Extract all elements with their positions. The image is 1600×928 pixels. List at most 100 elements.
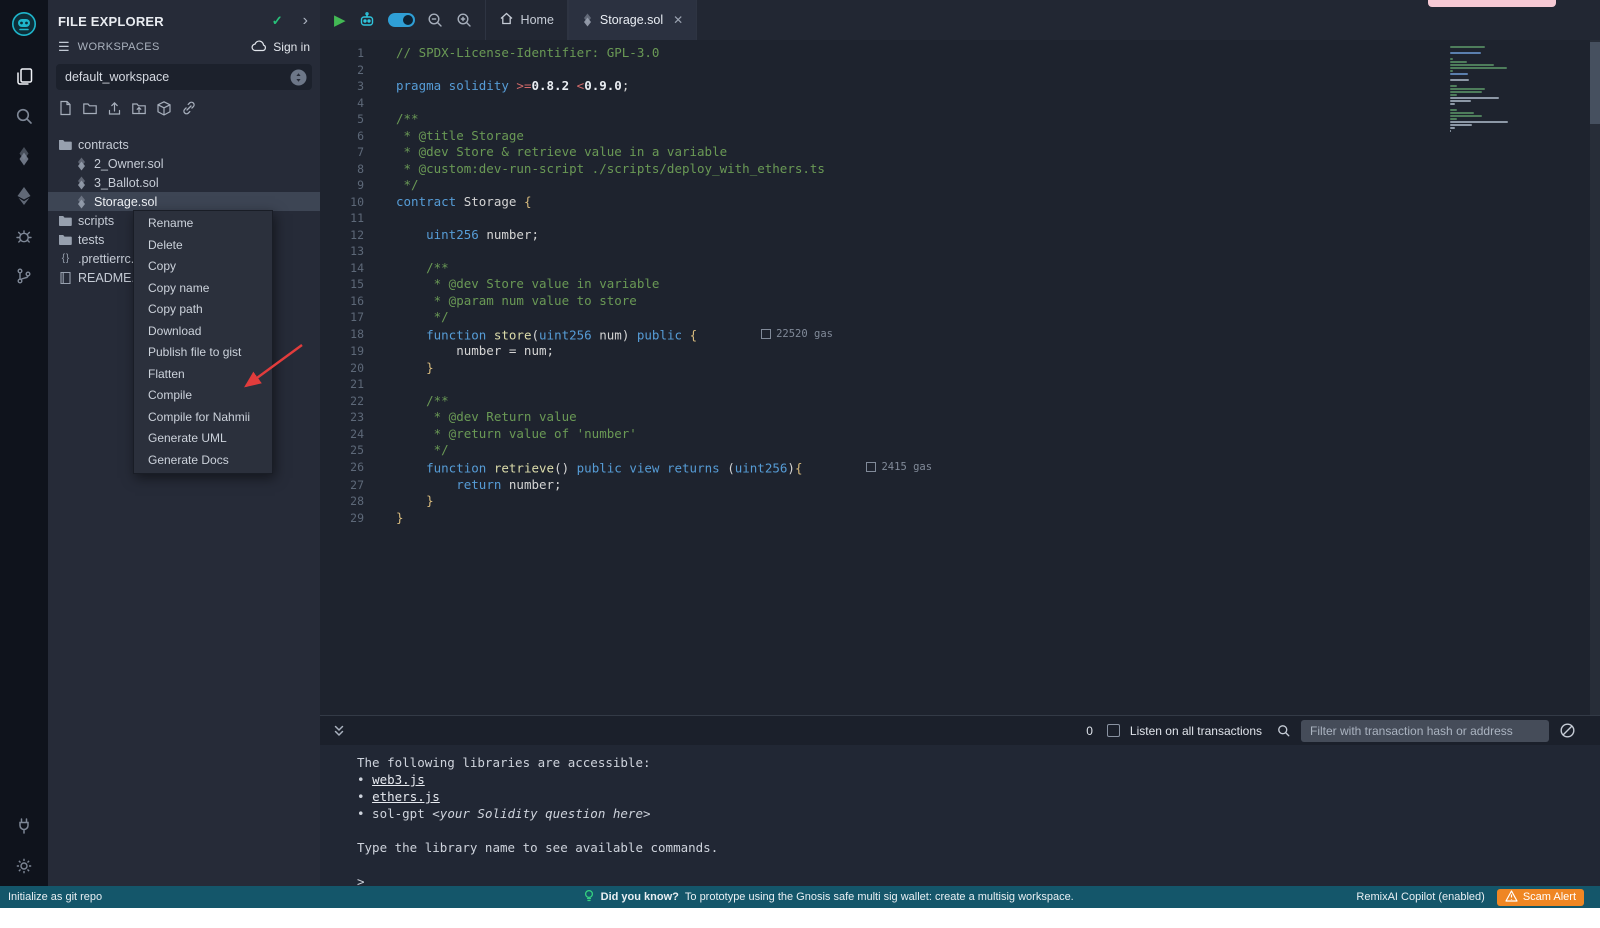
expand-terminal-icon[interactable]: [332, 724, 346, 738]
code-line[interactable]: 19 number = num;: [320, 343, 1600, 360]
code-line[interactable]: 3pragma solidity >=0.8.2 <0.9.0;: [320, 78, 1600, 95]
minimap[interactable]: [1450, 46, 1516, 133]
context-menu-item-generate-docs[interactable]: Generate Docs: [134, 450, 272, 472]
line-number[interactable]: 16: [320, 293, 378, 310]
line-number[interactable]: 9: [320, 177, 378, 194]
context-menu-item-download[interactable]: Download: [134, 321, 272, 343]
code-line[interactable]: 13: [320, 243, 1600, 260]
line-number[interactable]: 12: [320, 227, 378, 244]
line-number[interactable]: 23: [320, 409, 378, 426]
line-number[interactable]: 21: [320, 376, 378, 393]
line-number[interactable]: 1: [320, 45, 378, 62]
line-number[interactable]: 3: [320, 78, 378, 95]
remix-logo-icon[interactable]: [0, 0, 48, 48]
line-number[interactable]: 14: [320, 260, 378, 277]
terminal-search-icon[interactable]: [1276, 723, 1291, 738]
context-menu-item-compile-for-nahmii[interactable]: Compile for Nahmii: [134, 407, 272, 429]
git-icon[interactable]: [0, 256, 48, 296]
context-menu-item-publish-file-to-gist[interactable]: Publish file to gist: [134, 342, 272, 364]
settings-icon[interactable]: [0, 846, 48, 886]
search-icon[interactable]: [0, 96, 48, 136]
line-number[interactable]: 22: [320, 393, 378, 410]
code-line[interactable]: 10contract Storage {: [320, 194, 1600, 211]
tree-item-contracts[interactable]: contracts: [48, 135, 320, 154]
code-line[interactable]: 26 function retrieve() public view retur…: [320, 459, 1600, 477]
code-line[interactable]: 17 */: [320, 309, 1600, 326]
file-explorer-icon[interactable]: [0, 56, 48, 96]
terminal-output[interactable]: The following libraries are accessible:•…: [320, 745, 1600, 886]
terminal-link[interactable]: web3.js: [372, 772, 425, 787]
solidity-compiler-icon[interactable]: [0, 136, 48, 176]
context-menu-item-rename[interactable]: Rename: [134, 213, 272, 235]
code-line[interactable]: 1// SPDX-License-Identifier: GPL-3.0: [320, 45, 1600, 62]
deploy-run-icon[interactable]: [0, 176, 48, 216]
tree-item-2-owner-sol[interactable]: 2_Owner.sol: [48, 154, 320, 173]
sign-in-button[interactable]: Sign in: [251, 39, 310, 55]
line-number[interactable]: 10: [320, 194, 378, 211]
external-link-icon[interactable]: [181, 100, 197, 116]
code-line[interactable]: 25 */: [320, 442, 1600, 459]
context-menu-item-compile[interactable]: Compile: [134, 385, 272, 407]
line-number[interactable]: 18: [320, 326, 378, 344]
zoom-out-icon[interactable]: [426, 11, 444, 29]
code-line[interactable]: 27 return number;: [320, 477, 1600, 494]
code-line[interactable]: 14 /**: [320, 260, 1600, 277]
context-menu-item-copy[interactable]: Copy: [134, 256, 272, 278]
code-line[interactable]: 21: [320, 376, 1600, 393]
run-script-button[interactable]: ▶: [334, 11, 346, 29]
debugger-icon[interactable]: [0, 216, 48, 256]
git-init-button[interactable]: Initialize as git repo: [0, 891, 300, 903]
line-number[interactable]: 29: [320, 510, 378, 527]
line-number[interactable]: 25: [320, 442, 378, 459]
tree-item-storage-sol[interactable]: Storage.sol: [48, 192, 320, 211]
line-number[interactable]: 7: [320, 144, 378, 161]
chevron-right-icon[interactable]: ›: [303, 13, 308, 29]
line-number[interactable]: 24: [320, 426, 378, 443]
workspace-selector[interactable]: default_workspace: [56, 64, 312, 90]
line-number[interactable]: 13: [320, 243, 378, 260]
create-file-icon[interactable]: [58, 100, 73, 116]
create-folder-icon[interactable]: [82, 100, 98, 116]
line-number[interactable]: 17: [320, 309, 378, 326]
tab-storage-sol[interactable]: Storage.sol ✕: [568, 0, 697, 40]
context-menu-item-flatten[interactable]: Flatten: [134, 364, 272, 386]
workspaces-menu-icon[interactable]: ☰: [58, 39, 70, 55]
code-line[interactable]: 16 * @param num value to store: [320, 293, 1600, 310]
zoom-in-icon[interactable]: [455, 11, 473, 29]
code-line[interactable]: 28 }: [320, 493, 1600, 510]
code-line[interactable]: 20 }: [320, 360, 1600, 377]
close-tab-icon[interactable]: ✕: [673, 13, 683, 27]
editor-scroll-thumb[interactable]: [1590, 42, 1600, 124]
line-number[interactable]: 20: [320, 360, 378, 377]
code-line[interactable]: 6 * @title Storage: [320, 128, 1600, 145]
code-line[interactable]: 23 * @dev Return value: [320, 409, 1600, 426]
scam-alert-button[interactable]: Scam Alert: [1497, 889, 1584, 906]
code-line[interactable]: 12 uint256 number;: [320, 227, 1600, 244]
line-number[interactable]: 8: [320, 161, 378, 178]
line-number[interactable]: 5: [320, 111, 378, 128]
code-line[interactable]: 8 * @custom:dev-run-script ./scripts/dep…: [320, 161, 1600, 178]
transaction-filter-input[interactable]: [1301, 720, 1549, 742]
copilot-toggle[interactable]: [388, 13, 415, 27]
tab-home[interactable]: Home: [485, 0, 568, 40]
ai-copilot-icon[interactable]: [357, 10, 377, 30]
line-number[interactable]: 2: [320, 62, 378, 79]
code-line[interactable]: 24 * @return value of 'number': [320, 426, 1600, 443]
terminal-link[interactable]: ethers.js: [372, 789, 440, 804]
context-menu-item-generate-uml[interactable]: Generate UML: [134, 428, 272, 450]
context-menu-item-delete[interactable]: Delete: [134, 235, 272, 257]
line-number[interactable]: 4: [320, 95, 378, 112]
code-line[interactable]: 15 * @dev Store value in variable: [320, 276, 1600, 293]
code-line[interactable]: 9 */: [320, 177, 1600, 194]
clear-console-icon[interactable]: [1559, 722, 1576, 739]
code-editor[interactable]: 1// SPDX-License-Identifier: GPL-3.023pr…: [320, 40, 1600, 715]
line-number[interactable]: 19: [320, 343, 378, 360]
code-line[interactable]: 2: [320, 62, 1600, 79]
line-number[interactable]: 15: [320, 276, 378, 293]
code-line[interactable]: 11: [320, 210, 1600, 227]
publish-ipfs-icon[interactable]: [156, 100, 172, 117]
code-line[interactable]: 4: [320, 95, 1600, 112]
line-number[interactable]: 27: [320, 477, 378, 494]
line-number[interactable]: 6: [320, 128, 378, 145]
code-line[interactable]: 29}: [320, 510, 1600, 527]
